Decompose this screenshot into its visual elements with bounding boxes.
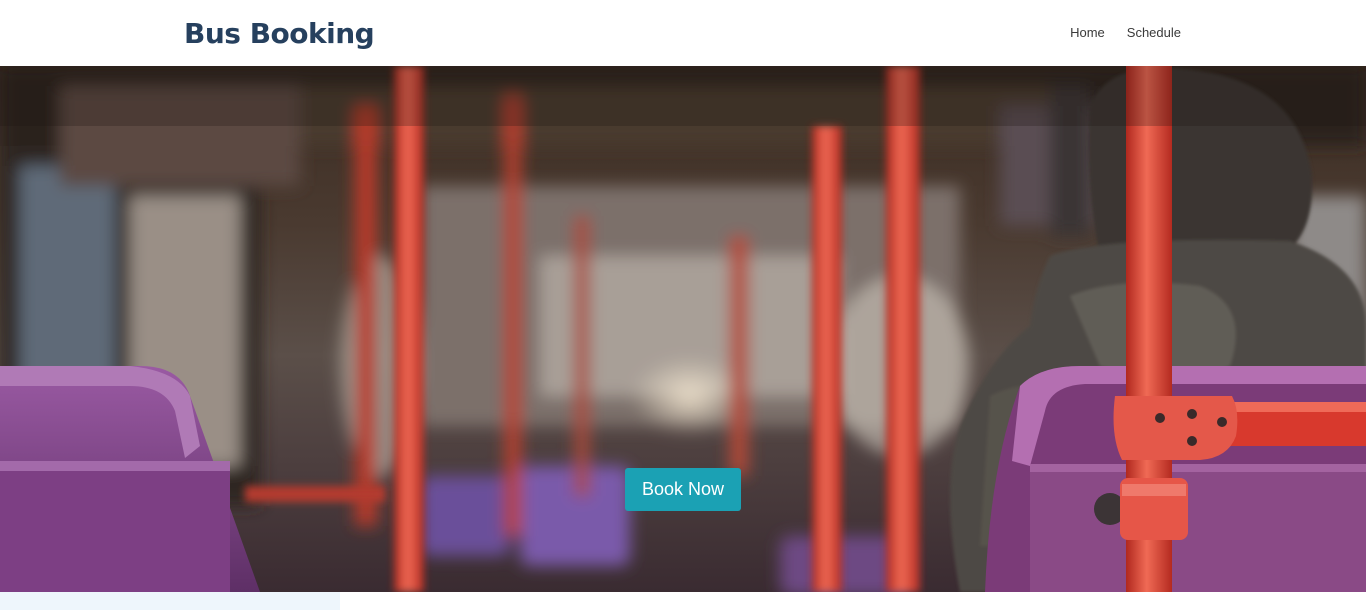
bus-interior-image xyxy=(0,66,1366,592)
nav-links: Home Schedule xyxy=(1070,24,1181,42)
page-bottom-area xyxy=(0,592,1366,610)
nav-link-home[interactable]: Home xyxy=(1070,24,1105,42)
navbar: Bus Booking Home Schedule xyxy=(0,0,1366,66)
brand-logo[interactable]: Bus Booking xyxy=(184,14,375,54)
bottom-panel-edge xyxy=(0,592,340,610)
book-now-button[interactable]: Book Now xyxy=(625,468,741,511)
hero-banner: Book Now xyxy=(0,66,1366,592)
nav-link-schedule[interactable]: Schedule xyxy=(1127,24,1181,42)
